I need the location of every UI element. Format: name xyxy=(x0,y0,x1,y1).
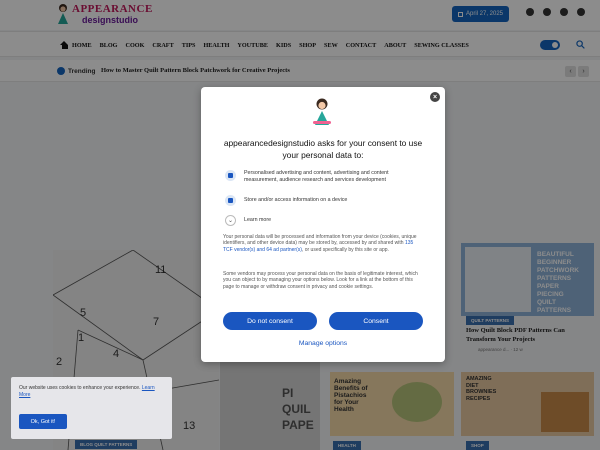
learn-more-label[interactable]: Learn more xyxy=(244,215,271,224)
consent-paragraph-1: Your personal data will be processed and… xyxy=(223,234,417,253)
consent-paragraph-2: Some vendors may process your personal d… xyxy=(223,271,418,290)
do-not-consent-button[interactable]: Do not consent xyxy=(223,312,317,330)
cookie-banner: Our website uses cookies to enhance your… xyxy=(11,377,172,439)
learn-more-row[interactable]: ⌄ Learn more xyxy=(225,215,421,226)
purpose-storage: Store and/or access information on a dev… xyxy=(225,195,421,206)
device-icon xyxy=(225,195,236,206)
chevron-down-icon[interactable]: ⌄ xyxy=(225,215,236,226)
doll-logo-icon xyxy=(313,98,331,125)
cookie-text: Our website uses cookies to enhance your… xyxy=(19,385,155,398)
consent-dialog: × appearancedesignstudio asks for your c… xyxy=(201,87,445,362)
person-icon xyxy=(225,170,236,181)
cookie-ok-button[interactable]: Ok, Got it! xyxy=(19,414,67,429)
purpose-text: Store and/or access information on a dev… xyxy=(244,197,348,203)
consent-button[interactable]: Consent xyxy=(329,312,423,330)
close-icon[interactable]: × xyxy=(430,92,440,102)
consent-title: appearancedesignstudio asks for your con… xyxy=(223,138,423,160)
manage-options-link[interactable]: Manage options xyxy=(201,340,445,347)
purpose-text: Personalised advertising and content, ad… xyxy=(244,170,389,183)
purpose-ads: Personalised advertising and content, ad… xyxy=(225,170,421,184)
